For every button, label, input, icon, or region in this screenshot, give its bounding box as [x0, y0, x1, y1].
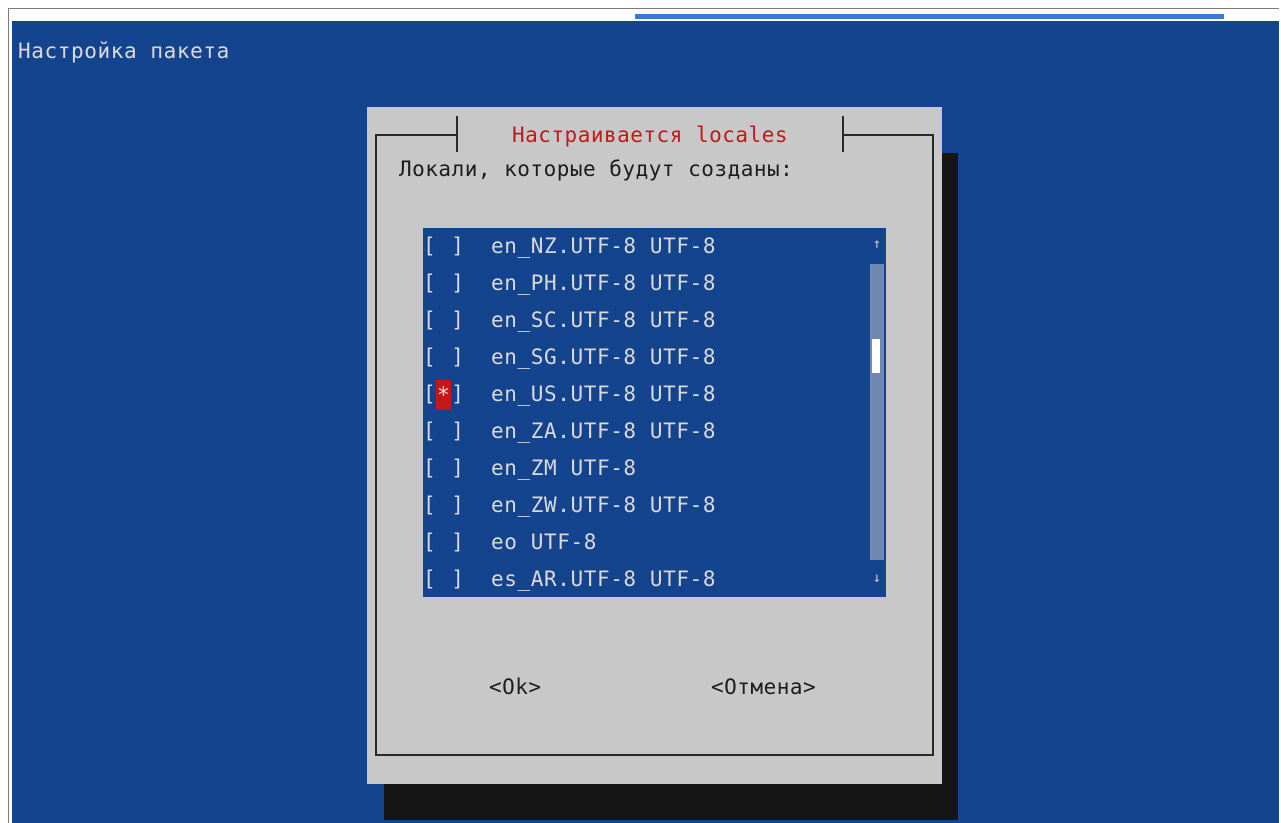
checkbox-mark	[436, 269, 451, 299]
ok-button[interactable]: <Ok>	[489, 675, 542, 699]
window-top-accent	[635, 14, 1224, 19]
cancel-button[interactable]: <Отмена>	[711, 675, 816, 699]
terminal-frame: Настройка пакета Настраивается locales Л…	[8, 8, 1279, 823]
locale-item-selected[interactable]: [*] en_US.UTF-8 UTF-8	[423, 376, 716, 412]
dialog-title: Настраивается locales	[456, 116, 844, 152]
scroll-up-arrow-icon[interactable]: ↑	[868, 236, 886, 252]
locale-item[interactable]: [ ] en_NZ.UTF-8 UTF-8	[423, 228, 716, 264]
locale-item[interactable]: [ ] en_PH.UTF-8 UTF-8	[423, 265, 716, 301]
checkbox-mark	[436, 343, 451, 373]
checkbox-mark	[436, 528, 451, 558]
checkbox[interactable]: [ ]	[423, 561, 491, 597]
checkbox[interactable]: [ ]	[423, 228, 491, 264]
checkbox-mark	[436, 232, 451, 262]
scrollbar-thumb[interactable]	[872, 339, 880, 373]
locale-item[interactable]: [ ] eo UTF-8	[423, 524, 597, 560]
locale-checklist[interactable]: [ ] en_NZ.UTF-8 UTF-8 [ ] en_PH.UTF-8 UTF-…	[423, 228, 886, 597]
locale-label: en_SG.UTF-8 UTF-8	[491, 345, 717, 369]
checkbox[interactable]: [ ]	[423, 413, 491, 449]
back-title: Настройка пакета	[18, 39, 230, 63]
dialog-prompt: Локали, которые будут созданы:	[399, 157, 794, 181]
locale-item[interactable]: [ ] en_SG.UTF-8 UTF-8	[423, 339, 716, 375]
checkbox[interactable]: [ ]	[423, 339, 491, 375]
checkbox-mark	[436, 306, 451, 336]
locale-label: en_ZW.UTF-8 UTF-8	[491, 493, 717, 517]
checkbox[interactable]: [*]	[423, 376, 491, 412]
checkbox-mark	[436, 565, 451, 595]
checkbox[interactable]: [ ]	[423, 450, 491, 486]
checkbox[interactable]: [ ]	[423, 302, 491, 338]
locale-label: eo UTF-8	[491, 530, 597, 554]
locale-label: en_ZM UTF-8	[491, 456, 637, 480]
locale-label: en_NZ.UTF-8 UTF-8	[491, 234, 717, 258]
terminal-screen: Настройка пакета Настраивается locales Л…	[12, 21, 1279, 823]
locale-item[interactable]: [ ] en_ZA.UTF-8 UTF-8	[423, 413, 716, 449]
locale-item[interactable]: [ ] es_AR.UTF-8 UTF-8	[423, 561, 716, 597]
locale-label: es_AR.UTF-8 UTF-8	[491, 567, 717, 591]
scroll-down-arrow-icon[interactable]: ↓	[868, 570, 886, 586]
locale-label: en_ZA.UTF-8 UTF-8	[491, 419, 717, 443]
checkbox-mark	[436, 491, 451, 521]
locale-item[interactable]: [ ] en_SC.UTF-8 UTF-8	[423, 302, 716, 338]
checkbox-mark	[436, 454, 451, 484]
locale-label: en_US.UTF-8 UTF-8	[491, 382, 717, 406]
checkbox[interactable]: [ ]	[423, 524, 491, 560]
locale-label: en_PH.UTF-8 UTF-8	[491, 271, 717, 295]
locale-item[interactable]: [ ] en_ZW.UTF-8 UTF-8	[423, 487, 716, 523]
checkbox[interactable]: [ ]	[423, 487, 491, 523]
configure-dialog: Настраивается locales Локали, которые бу…	[367, 107, 942, 784]
locale-label: en_SC.UTF-8 UTF-8	[491, 308, 717, 332]
checkbox-mark: *	[436, 380, 452, 410]
checkbox-mark	[436, 417, 451, 447]
locale-item[interactable]: [ ] en_ZM UTF-8	[423, 450, 637, 486]
checkbox[interactable]: [ ]	[423, 265, 491, 301]
scrollbar-track[interactable]	[870, 264, 884, 560]
